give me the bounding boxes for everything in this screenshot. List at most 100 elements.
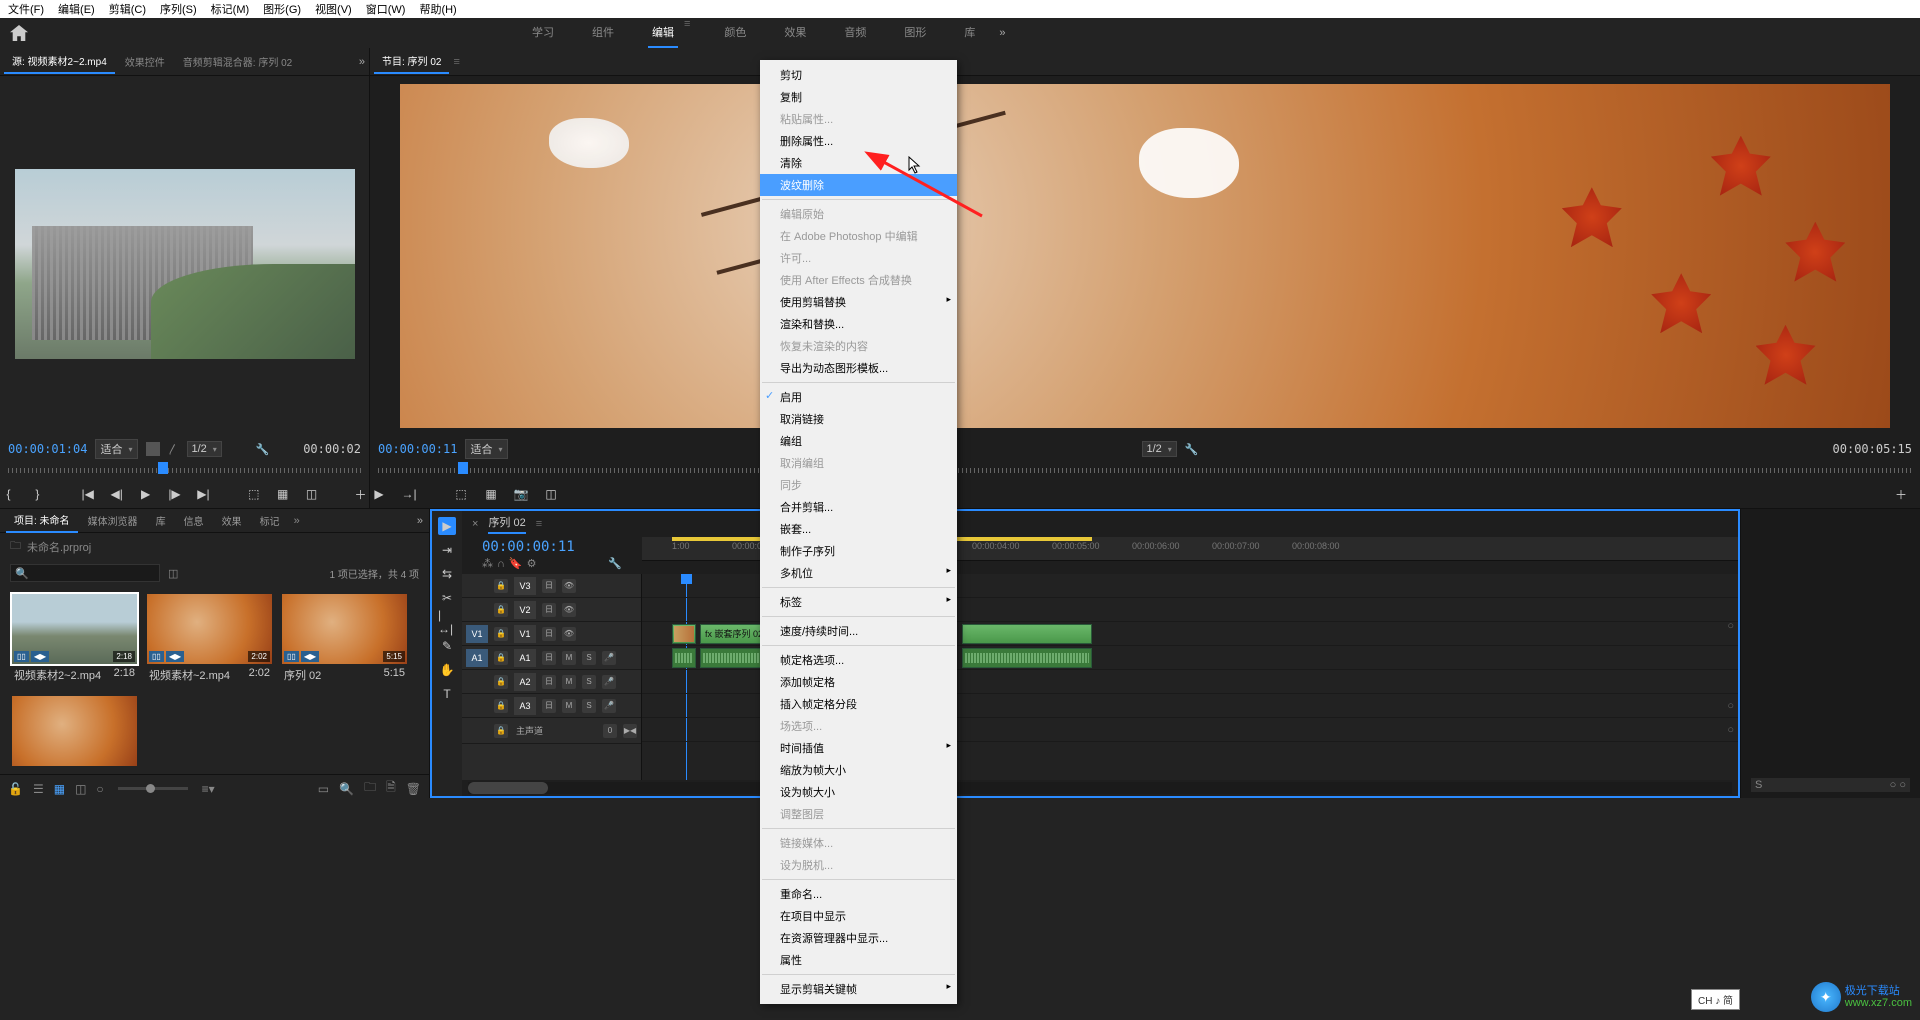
pen-tool-icon[interactable]: ✎ xyxy=(438,637,456,655)
context-menu-item[interactable]: 重命名... xyxy=(760,883,957,905)
toggle-track-output-icon[interactable]: 日 xyxy=(542,603,556,617)
menu-item[interactable]: 剪辑(C) xyxy=(109,1,146,17)
context-menu-item[interactable]: 取消链接 xyxy=(760,408,957,430)
workspace-tab[interactable]: 学习 xyxy=(528,18,558,48)
safe-margins-icon[interactable] xyxy=(146,442,160,456)
project-tab[interactable]: 库 xyxy=(148,509,174,532)
lock-track-icon[interactable]: 🔒 xyxy=(494,651,508,665)
extract-icon[interactable]: ▦ xyxy=(482,486,500,502)
mute-icon[interactable]: M xyxy=(562,699,576,713)
source-scrubber[interactable] xyxy=(8,462,361,480)
context-menu-item[interactable]: 波纹删除 xyxy=(760,174,957,196)
context-menu-item[interactable]: 时间插值 xyxy=(760,737,957,759)
context-menu-item[interactable]: 多机位 xyxy=(760,562,957,584)
menu-item[interactable]: 窗口(W) xyxy=(366,1,406,17)
context-menu-item[interactable]: 在项目中显示 xyxy=(760,905,957,927)
context-menu-item[interactable]: 标签 xyxy=(760,591,957,613)
solo-icon[interactable]: S xyxy=(582,651,596,665)
audio-track-header[interactable]: 🔒A3日MS🎤 xyxy=(462,694,641,718)
menu-item[interactable]: 文件(F) xyxy=(8,1,44,17)
context-menu-item[interactable]: 复制 xyxy=(760,86,957,108)
video-track-header[interactable]: 🔒V3日👁 xyxy=(462,574,641,598)
video-track-header[interactable]: 🔒V2日👁 xyxy=(462,598,641,622)
timeline-timecode[interactable]: 00:00:00:11 xyxy=(482,539,632,555)
workspace-tab[interactable]: 效果 xyxy=(780,18,810,48)
project-item[interactable]: ▯▯◀▶2:18视频素材2~2.mp42:18 xyxy=(12,594,137,686)
context-menu-item[interactable]: 渲染和替换... xyxy=(760,313,957,335)
project-path-label[interactable]: 未命名.prproj xyxy=(27,539,91,555)
scrollbar-thumb[interactable] xyxy=(468,782,548,794)
ripple-edit-tool-icon[interactable]: ⇆ xyxy=(438,565,456,583)
audio-clip[interactable] xyxy=(962,648,1092,668)
lock-track-icon[interactable]: 🔒 xyxy=(494,579,508,593)
project-item[interactable]: ▯▯◀▶5:15序列 025:15 xyxy=(282,594,407,686)
workspace-tab[interactable]: 库 xyxy=(960,18,979,48)
program-zoom-dropdown[interactable]: 1/2▾ xyxy=(1142,441,1177,457)
workspace-tab[interactable]: 组件 xyxy=(588,18,618,48)
toggle-track-output-icon[interactable]: 日 xyxy=(542,579,556,593)
context-menu-item[interactable]: 编组 xyxy=(760,430,957,452)
audio-mixer-tab[interactable]: 音频剪辑混合器: 序列 02 xyxy=(175,50,300,73)
project-item[interactable]: ▯▯◀▶2:02视频素材~2.mp42:02 xyxy=(147,594,272,686)
panel-overflow-icon[interactable]: » xyxy=(417,515,423,527)
lock-track-icon[interactable]: 🔒 xyxy=(494,627,508,641)
context-menu-item[interactable]: 速度/持续时间... xyxy=(760,620,957,642)
export-frame-icon[interactable]: ◫ xyxy=(303,486,320,502)
overwrite-icon[interactable]: ▦ xyxy=(274,486,291,502)
go-to-out-icon[interactable]: ▶| xyxy=(195,486,212,502)
toggle-track-output-icon[interactable]: 日 xyxy=(542,627,556,641)
linked-selection-icon[interactable]: ∩ xyxy=(497,558,505,570)
context-menu-item[interactable]: 插入帧定格分段 xyxy=(760,693,957,715)
toggle-track-output-icon[interactable]: 日 xyxy=(542,699,556,713)
toggle-track-output-icon[interactable]: 日 xyxy=(542,675,556,689)
context-menu-item[interactable]: 设为帧大小 xyxy=(760,781,957,803)
mark-in-icon[interactable]: { xyxy=(0,486,17,502)
project-tab[interactable]: 项目: 未命名 xyxy=(6,508,78,533)
timeline-horizontal-scrollbar[interactable] xyxy=(468,782,1732,794)
lock-track-icon[interactable]: 🔒 xyxy=(494,675,508,689)
project-tab[interactable]: 标记 xyxy=(252,509,288,532)
delete-icon[interactable]: 🗑 xyxy=(406,782,421,796)
context-menu-item[interactable]: 在资源管理器中显示... xyxy=(760,927,957,949)
audio-track-header[interactable]: A1🔒A1日MS🎤 xyxy=(462,646,641,670)
program-scrubber[interactable] xyxy=(378,462,1912,480)
snap-icon[interactable]: ⁂ xyxy=(482,557,493,570)
play-icon[interactable]: ▶ xyxy=(137,486,154,502)
mute-icon[interactable]: M xyxy=(562,675,576,689)
new-item-icon[interactable]: 🗎 xyxy=(386,778,396,799)
context-menu-item[interactable]: 制作子序列 xyxy=(760,540,957,562)
menu-item[interactable]: 标记(M) xyxy=(211,1,250,17)
lock-track-icon[interactable]: 🔒 xyxy=(494,603,508,617)
home-icon[interactable] xyxy=(10,25,28,41)
program-timecode-left[interactable]: 00:00:00:11 xyxy=(378,442,457,456)
menu-item[interactable]: 图形(G) xyxy=(263,1,301,17)
video-track-header[interactable]: V1🔒V1日👁 xyxy=(462,622,641,646)
context-menu-item[interactable]: 合并剪辑... xyxy=(760,496,957,518)
wrench-icon[interactable]: 🔧 xyxy=(608,557,622,570)
context-menu-item[interactable]: 显示剪辑关键帧 xyxy=(760,978,957,1000)
source-zoom-dropdown[interactable]: 1/2▾ xyxy=(187,441,222,457)
button-editor-icon[interactable]: ＋ xyxy=(1892,486,1910,502)
track-target[interactable]: V1 xyxy=(514,625,536,643)
program-playhead[interactable] xyxy=(458,462,468,474)
audio-track-header[interactable]: 🔒A2日MS🎤 xyxy=(462,670,641,694)
track-select-tool-icon[interactable]: ⇥ xyxy=(438,541,456,559)
program-monitor[interactable] xyxy=(400,84,1890,428)
workspace-tab[interactable]: 颜色 xyxy=(720,18,750,48)
sort-icon[interactable]: ○ xyxy=(96,782,103,796)
new-bin-icon[interactable]: 🗀 xyxy=(364,778,376,799)
context-menu-item[interactable]: 剪切 xyxy=(760,64,957,86)
wrench-icon[interactable]: 🔧 xyxy=(256,443,270,456)
source-fit-dropdown[interactable]: 适合▾ xyxy=(95,439,137,459)
workspace-tab[interactable]: 图形 xyxy=(900,18,930,48)
toggle-visibility-icon[interactable]: 👁 xyxy=(562,603,576,617)
project-search-input[interactable]: 🔍 xyxy=(10,564,160,582)
step-forward-icon[interactable]: |▶ xyxy=(166,486,183,502)
sort-menu-icon[interactable]: ≡▾ xyxy=(202,782,215,796)
freeform-view-icon[interactable]: ◫ xyxy=(75,782,86,796)
lock-track-icon[interactable]: 🔒 xyxy=(494,699,508,713)
source-monitor[interactable] xyxy=(0,76,369,436)
slip-tool-icon[interactable]: |↔| xyxy=(438,613,456,631)
find-icon[interactable]: 🔍 xyxy=(339,782,354,796)
video-clip[interactable] xyxy=(962,624,1092,644)
